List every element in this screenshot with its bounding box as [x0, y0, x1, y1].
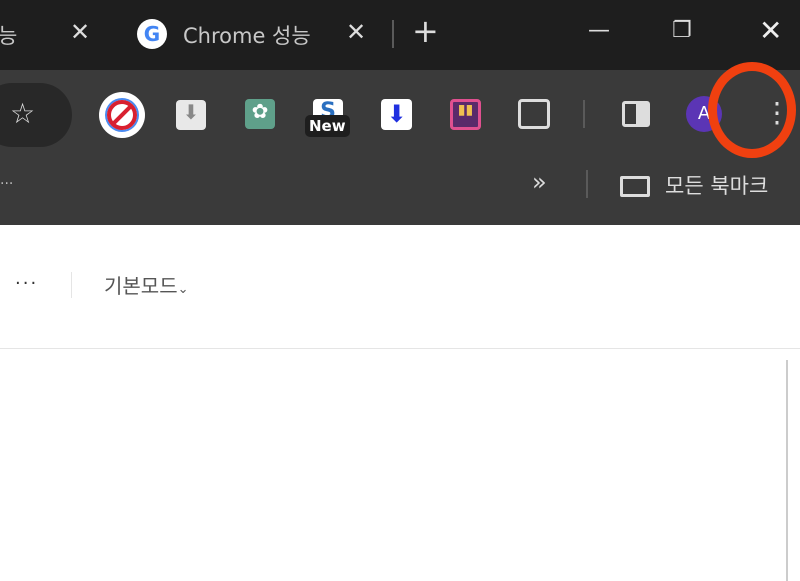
new-tab-button[interactable]: + [412, 12, 439, 50]
tab-label[interactable]: Chrome 성능 [183, 20, 311, 50]
chevron-down-icon: ⌄ [177, 282, 189, 297]
scrollbar[interactable] [786, 360, 788, 581]
side-panel-icon[interactable] [622, 101, 650, 127]
all-bookmarks-button[interactable]: 모든 북마크 [665, 170, 768, 200]
tab-divider [392, 20, 394, 48]
tab-close-button[interactable]: ✕ [346, 18, 366, 46]
omnibox[interactable]: ☆ [0, 83, 72, 147]
chart-icon[interactable]: ▮▮ [450, 99, 481, 130]
chatgpt-icon[interactable]: ✿ [245, 99, 275, 129]
toolbar-divider [583, 100, 585, 128]
new-badge: New [305, 115, 350, 137]
annotation-circle [708, 62, 796, 158]
close-window-button[interactable]: ✕ [759, 14, 782, 47]
extensions-icon[interactable] [518, 99, 550, 129]
mode-dropdown[interactable]: 기본모드⌄ [104, 270, 189, 299]
tab-close-button[interactable]: ✕ [70, 18, 90, 46]
bookmark-divider [586, 170, 588, 198]
title-bar: 능 ✕ G Chrome 성능 ✕ + — ❐ ✕ [0, 0, 800, 70]
google-icon: G [137, 19, 167, 49]
header-divider [0, 348, 800, 349]
tab-label[interactable]: 능 [0, 20, 17, 50]
mode-label: 기본모드 [104, 274, 178, 298]
minimize-button[interactable]: — [588, 18, 610, 43]
divider [71, 272, 72, 298]
download-icon[interactable]: ⬇ [176, 100, 206, 130]
more-button[interactable]: ··· [15, 273, 38, 294]
bookmark-more[interactable]: ... [0, 172, 13, 188]
bookmarks-overflow-button[interactable]: » [532, 168, 547, 196]
block-icon[interactable] [99, 92, 145, 138]
restore-button[interactable]: ❐ [672, 18, 692, 43]
folder-icon [620, 176, 650, 197]
star-icon[interactable]: ☆ [10, 97, 35, 130]
arrow-down-icon[interactable]: ⬇ [381, 99, 412, 130]
page-content: ··· 기본모드⌄ [0, 225, 800, 581]
